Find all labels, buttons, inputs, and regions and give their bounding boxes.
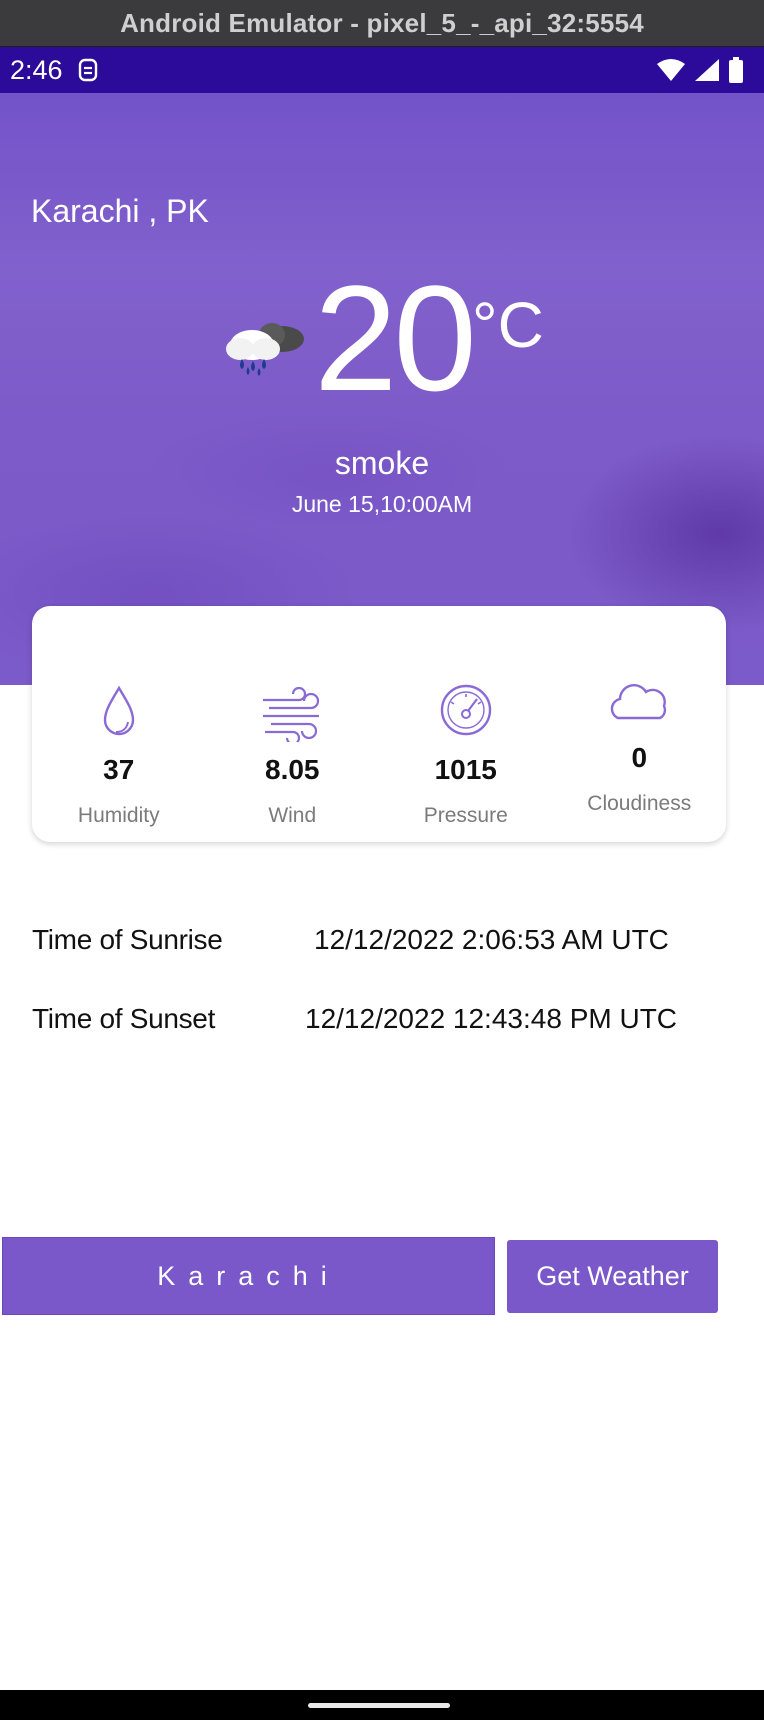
stat-pressure: 1015 Pressure <box>379 606 553 842</box>
weather-datetime: June 15,10:00AM <box>291 491 473 517</box>
sunset-value: 12/12/2022 12:43:48 PM UTC <box>305 1003 678 1034</box>
status-bar: 2:46 <box>0 47 764 93</box>
stat-wind: 8.05 Wind <box>206 606 380 842</box>
signal-icon <box>695 59 719 81</box>
wifi-icon <box>657 59 685 81</box>
get-weather-button[interactable]: Get Weather <box>507 1240 718 1313</box>
stat-label: Cloudiness <box>587 792 692 815</box>
stat-label: Pressure <box>423 804 508 827</box>
sunrise-label: Time of Sunrise <box>32 924 223 955</box>
stat-value: 0 <box>631 742 648 773</box>
sim-icon <box>78 58 97 82</box>
emulator-window-title: Android Emulator - pixel_5_-_api_32:5554 <box>0 0 764 47</box>
city-label: Karachi , PK <box>31 193 209 229</box>
city-search-input[interactable] <box>2 1237 495 1315</box>
stat-label: Wind <box>268 804 317 827</box>
status-time: 2:46 <box>10 54 63 85</box>
stat-label: Humidity <box>77 804 160 827</box>
sunrise-value: 12/12/2022 2:06:53 AM UTC <box>314 924 669 955</box>
stat-value: 37 <box>103 754 135 785</box>
temperature-unit: °C <box>472 289 544 361</box>
battery-icon <box>729 57 743 83</box>
rain-cloud-icon <box>226 323 304 376</box>
sunset-label: Time of Sunset <box>32 1003 216 1034</box>
stats-card: 37 Humidity 8.05 Wind 1015 Pressure 0 Cl… <box>32 606 726 842</box>
stat-value: 1015 <box>434 754 497 785</box>
sunset-row: Time of Sunset 12/12/2022 12:43:48 PM UT… <box>32 1003 732 1043</box>
home-gesture-handle[interactable] <box>308 1703 450 1708</box>
pressure-gauge-icon <box>440 684 491 736</box>
weather-condition: smoke <box>334 445 430 481</box>
weather-hero: Karachi , PK 20 °C smoke June 15,10:00AM <box>0 93 764 685</box>
humidity-drop-icon <box>103 685 134 736</box>
stat-humidity: 37 Humidity <box>32 606 206 842</box>
cloud-icon <box>611 684 667 720</box>
sunrise-row: Time of Sunrise 12/12/2022 2:06:53 AM UT… <box>32 924 732 964</box>
stat-value: 8.05 <box>265 754 320 785</box>
wind-icon <box>263 686 320 742</box>
stat-cloudiness: 0 Cloudiness <box>553 606 727 842</box>
temperature-value: 20 <box>314 254 477 422</box>
